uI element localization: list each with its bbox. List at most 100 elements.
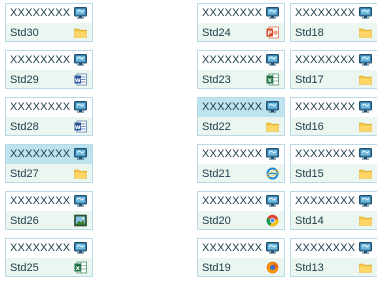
word-icon (74, 73, 87, 86)
tile-header: XXXXXXXX (6, 145, 92, 165)
student-tile-std25[interactable]: XXXXXXXX Std25 (5, 238, 93, 277)
student-name: Std30 (10, 27, 39, 39)
student-tile-std30[interactable]: XXXXXXXX Std30 (5, 3, 93, 42)
tile-header: XXXXXXXX (198, 4, 284, 24)
tile-header: XXXXXXXX (198, 239, 284, 259)
student-name: Std28 (10, 121, 39, 133)
student-name: Std27 (10, 168, 39, 180)
student-name: Std26 (10, 215, 39, 227)
tile-name-row: Std17 (291, 70, 377, 88)
machine-code: XXXXXXXX (202, 195, 263, 207)
monitor-icon (74, 148, 87, 160)
student-tile-std28[interactable]: XXXXXXXX Std28 (5, 97, 93, 136)
tile-header: XXXXXXXX (291, 145, 377, 165)
monitor-icon (266, 7, 279, 19)
student-tile-std20[interactable]: XXXXXXXX Std20 (197, 191, 285, 230)
folder-icon (359, 26, 372, 39)
student-name: Std25 (10, 262, 39, 274)
monitor-icon (359, 148, 372, 160)
firefox-icon (266, 261, 279, 274)
machine-code: XXXXXXXX (295, 54, 356, 66)
monitor-icon (266, 101, 279, 113)
monitor-icon (74, 195, 87, 207)
tile-header: XXXXXXXX (291, 192, 377, 212)
tile-name-row: Std19 (198, 258, 284, 276)
tile-name-row: Std20 (198, 211, 284, 229)
machine-code: XXXXXXXX (10, 242, 71, 254)
folder-icon (359, 214, 372, 227)
monitor-icon (74, 7, 87, 19)
tile-header: XXXXXXXX (291, 4, 377, 24)
student-tile-std27[interactable]: XXXXXXXX Std27 (5, 144, 93, 183)
machine-code: XXXXXXXX (295, 242, 356, 254)
tile-header: XXXXXXXX (6, 98, 92, 118)
machine-code: XXXXXXXX (10, 148, 71, 160)
tile-name-row: Std18 (291, 23, 377, 41)
excel-icon (266, 73, 279, 86)
student-name: Std18 (295, 27, 324, 39)
tile-header: XXXXXXXX (6, 51, 92, 71)
student-name: Std17 (295, 74, 324, 86)
student-tile-std19[interactable]: XXXXXXXX Std19 (197, 238, 285, 277)
student-tile-std17[interactable]: XXXXXXXX Std17 (290, 50, 377, 89)
tile-name-row: Std29 (6, 70, 92, 88)
student-tile-std16[interactable]: XXXXXXXX Std16 (290, 97, 377, 136)
tile-name-row: Std27 (6, 164, 92, 182)
folder-icon (359, 73, 372, 86)
monitor-icon (359, 195, 372, 207)
tile-header: XXXXXXXX (6, 192, 92, 212)
student-name: Std15 (295, 168, 324, 180)
tile-name-row: Std15 (291, 164, 377, 182)
student-tile-std18[interactable]: XXXXXXXX Std18 (290, 3, 377, 42)
student-name: Std16 (295, 121, 324, 133)
student-tile-std14[interactable]: XXXXXXXX Std14 (290, 191, 377, 230)
student-name: Std19 (202, 262, 231, 274)
student-name: Std23 (202, 74, 231, 86)
folder-icon (74, 26, 87, 39)
tile-name-row: Std25 (6, 258, 92, 276)
student-tile-std23[interactable]: XXXXXXXX Std23 (197, 50, 285, 89)
monitor-icon (266, 54, 279, 66)
student-tile-std22[interactable]: XXXXXXXX Std22 (197, 97, 285, 136)
tile-name-row: Std23 (198, 70, 284, 88)
tile-name-row: Std22 (198, 117, 284, 135)
student-tile-std24[interactable]: XXXXXXXX Std24 (197, 3, 285, 42)
student-name: Std13 (295, 262, 324, 274)
student-tile-std15[interactable]: XXXXXXXX Std15 (290, 144, 377, 183)
excel-icon (74, 261, 87, 274)
student-tile-std29[interactable]: XXXXXXXX Std29 (5, 50, 93, 89)
tile-header: XXXXXXXX (6, 4, 92, 24)
folder-icon (266, 120, 279, 133)
tile-header: XXXXXXXX (291, 98, 377, 118)
student-name: Std24 (202, 27, 231, 39)
machine-code: XXXXXXXX (295, 195, 356, 207)
monitor-icon (359, 242, 372, 254)
student-tile-std21[interactable]: XXXXXXXX Std21 (197, 144, 285, 183)
tile-header: XXXXXXXX (198, 98, 284, 118)
tile-name-row: Std21 (198, 164, 284, 182)
monitor-icon (266, 148, 279, 160)
machine-code: XXXXXXXX (202, 101, 263, 113)
student-name: Std22 (202, 121, 231, 133)
tile-name-row: Std30 (6, 23, 92, 41)
monitor-icon (266, 242, 279, 254)
chrome-icon (266, 214, 279, 227)
machine-code: XXXXXXXX (10, 54, 71, 66)
machine-code: XXXXXXXX (295, 7, 356, 19)
student-name: Std29 (10, 74, 39, 86)
monitor-icon (359, 101, 372, 113)
student-tile-std13[interactable]: XXXXXXXX Std13 (290, 238, 377, 277)
monitor-icon (359, 7, 372, 19)
word-icon (74, 120, 87, 133)
tile-name-row: Std14 (291, 211, 377, 229)
machine-code: XXXXXXXX (295, 148, 356, 160)
machine-code: XXXXXXXX (202, 242, 263, 254)
machine-code: XXXXXXXX (10, 195, 71, 207)
tile-name-row: Std28 (6, 117, 92, 135)
machine-code: XXXXXXXX (202, 7, 263, 19)
student-tile-std26[interactable]: XXXXXXXX Std26 (5, 191, 93, 230)
machine-code: XXXXXXXX (10, 7, 71, 19)
tile-header: XXXXXXXX (198, 145, 284, 165)
student-name: Std20 (202, 215, 231, 227)
tile-name-row: Std13 (291, 258, 377, 276)
